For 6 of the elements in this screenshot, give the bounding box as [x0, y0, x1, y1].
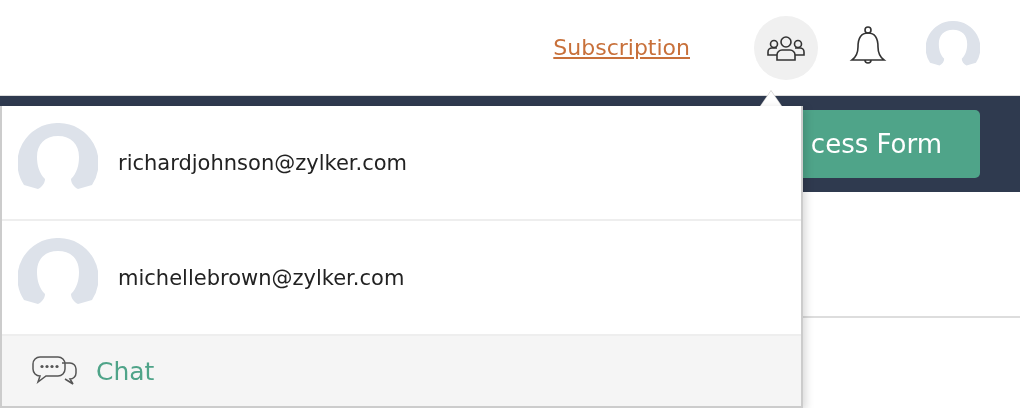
chat-link[interactable]: Chat — [2, 336, 801, 406]
user-email: michellebrown@zylker.com — [118, 265, 405, 290]
user-item[interactable]: richardjohnson@zylker.com — [2, 106, 801, 221]
user-email: richardjohnson@zylker.com — [118, 150, 408, 175]
subscription-link[interactable]: Subscription — [553, 35, 690, 60]
chat-bubbles-icon — [32, 355, 78, 387]
